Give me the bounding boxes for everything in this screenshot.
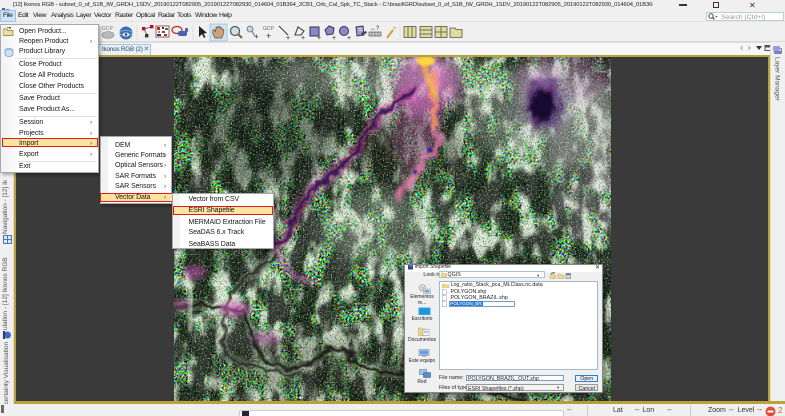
svg-text:+: + [266, 31, 271, 41]
svg-text:GCP: GCP [102, 26, 114, 32]
svg-text:+: + [332, 35, 336, 42]
svg-text:↔?: ↔? [370, 26, 380, 32]
svg-text:+: + [254, 32, 259, 41]
svg-text:+: + [286, 35, 290, 42]
svg-text:+: + [317, 35, 321, 42]
svg-text:+: + [347, 35, 351, 42]
svg-text:+: + [301, 35, 305, 42]
